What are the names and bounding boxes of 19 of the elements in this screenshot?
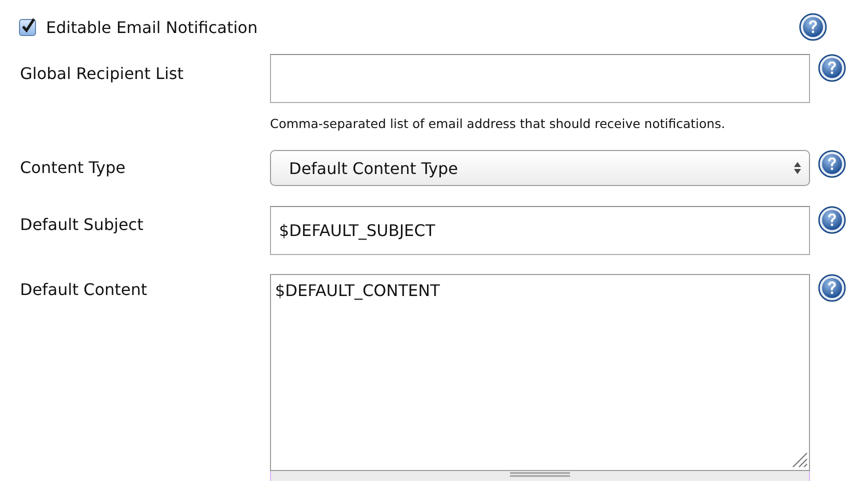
help-text: Comma-separated list of email address that should receive notifications. (270, 115, 726, 132)
field-label: Content Type (19, 157, 126, 177)
help-icon[interactable] (818, 274, 846, 302)
help-icon[interactable] (818, 206, 846, 234)
resize-corner-icon[interactable] (792, 452, 808, 468)
text-field[interactable] (270, 54, 810, 103)
text-area[interactable]: $DEFAULT_CONTENT (270, 274, 810, 471)
checkbox-label: Editable Email Notification (46, 18, 259, 36)
help-icon[interactable] (818, 54, 846, 82)
field-label: Default Content (19, 279, 148, 299)
text-field[interactable]: $DEFAULT_SUBJECT (270, 206, 810, 255)
up-down-arrows-icon (794, 162, 801, 174)
checkbox[interactable] (19, 18, 36, 36)
grip-icon[interactable] (510, 471, 570, 478)
help-icon[interactable] (799, 13, 827, 41)
field-label: Global Recipient List (19, 63, 185, 83)
content-type-dropdown[interactable]: Default Content Type (270, 150, 810, 186)
help-icon[interactable] (818, 150, 846, 178)
field-label: Default Subject (19, 214, 144, 234)
